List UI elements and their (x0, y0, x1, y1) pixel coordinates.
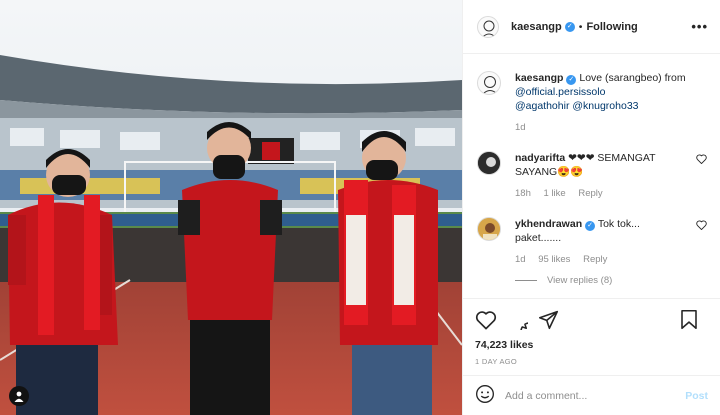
likes-count[interactable]: 74,223 likes (475, 339, 708, 351)
comment-item: ykhendrawan ✓ Tok tok... paket....... 1d … (477, 217, 708, 267)
reply-button[interactable]: Reply (578, 188, 602, 199)
caption-avatar[interactable] (477, 71, 501, 95)
post-button[interactable]: Post (685, 390, 708, 402)
stadium-photo (0, 0, 462, 415)
verified-badge-icon: ✓ (566, 75, 577, 85)
post-actions: 74,223 likes 1 DAY AGO (463, 298, 720, 374)
mention-link[interactable]: @knugroho33 (572, 100, 638, 112)
header-separator: • (578, 20, 583, 33)
commenter-username[interactable]: nadyarifta (515, 152, 565, 164)
heart-icon[interactable] (475, 310, 497, 333)
mention-link[interactable]: @agathohir (515, 100, 569, 112)
bookmark-icon[interactable] (680, 309, 698, 333)
post-header: kaesangp ✓ • Following ••• (463, 0, 720, 54)
verified-badge-icon: ✓ (585, 221, 596, 231)
caption-time[interactable]: 1d (515, 122, 526, 133)
comment-likes[interactable]: 1 like (544, 188, 566, 199)
comments-list[interactable]: kaesangp ✓ Love (sarangbeo) from @officia… (463, 55, 720, 298)
commenter-avatar[interactable] (477, 217, 501, 241)
comment-item: nadyarifta ❤❤❤ SEMANGAT SAYANG😍😍 18h 1 l… (477, 151, 708, 201)
heart-icon[interactable] (696, 220, 708, 267)
reply-button[interactable]: Reply (583, 254, 607, 265)
comment-time[interactable]: 18h (515, 188, 531, 199)
user-tag-icon[interactable] (9, 386, 29, 406)
post-timestamp[interactable]: 1 DAY AGO (475, 357, 708, 366)
add-comment-bar: Post (463, 375, 720, 415)
comment-icon[interactable] (507, 309, 539, 341)
commenter-avatar[interactable] (477, 151, 501, 175)
caption-text: Love (sarangbeo) from (579, 72, 686, 84)
comment-time[interactable]: 1d (515, 254, 526, 265)
more-horizontal-icon[interactable]: ••• (691, 19, 708, 34)
comment-likes[interactable]: 95 likes (538, 254, 570, 265)
view-replies-button[interactable]: View replies (8) (515, 275, 708, 286)
smiley-icon[interactable] (475, 384, 495, 407)
commenter-username[interactable]: ykhendrawan (515, 218, 582, 230)
owner-username[interactable]: kaesangp (511, 21, 562, 33)
mention-link[interactable]: @official.persissolo (515, 86, 605, 98)
following-button[interactable]: Following (586, 21, 637, 33)
post-side-panel: kaesangp ✓ • Following ••• kaesangp ✓ Lov… (462, 0, 720, 415)
heart-icon[interactable] (696, 154, 708, 201)
share-icon[interactable] (538, 309, 559, 333)
caption: kaesangp ✓ Love (sarangbeo) from @officia… (477, 71, 708, 135)
comment-input[interactable] (505, 389, 686, 402)
view-replies-label: View replies (8) (547, 275, 613, 286)
owner-avatar[interactable] (477, 15, 499, 38)
verified-badge-icon: ✓ (564, 21, 575, 32)
caption-username[interactable]: kaesangp (515, 72, 563, 84)
post-photo[interactable] (0, 0, 462, 415)
